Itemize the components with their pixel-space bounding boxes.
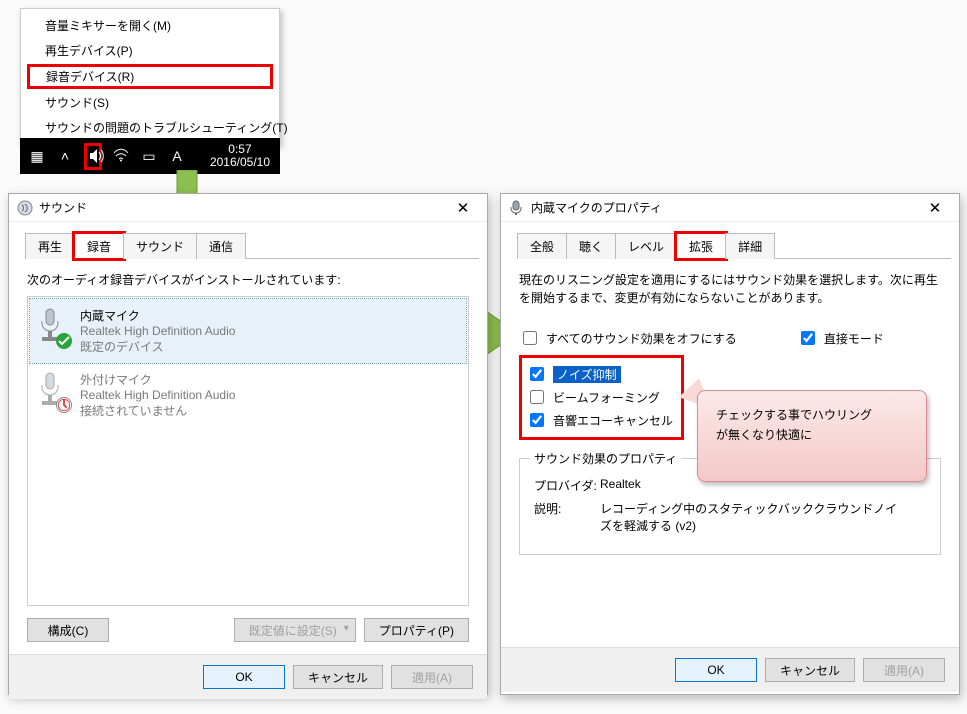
sound-context-menu: 音量ミキサーを開く(M) 再生デバイス(P) 録音デバイス(R) サウンド(S)…	[20, 8, 280, 145]
properties-button[interactable]: プロパティ(P)	[364, 618, 469, 642]
tab-level[interactable]: レベル	[615, 233, 677, 259]
prop-window-title: 内蔵マイクのプロパティ	[531, 199, 919, 216]
effect-properties-legend: サウンド効果のプロパティ	[530, 450, 681, 467]
device-status: 接続されていません	[80, 402, 235, 419]
wifi-tray-icon[interactable]	[112, 148, 130, 165]
device-driver: Realtek High Definition Audio	[80, 388, 235, 402]
mic-icon	[36, 307, 70, 347]
messages-tray-icon[interactable]: ▭	[140, 148, 158, 165]
tab-playback[interactable]: 再生	[25, 233, 75, 259]
set-default-button[interactable]: 既定値に設定(S)	[234, 618, 356, 642]
device-list-instruction: 次のオーディオ録音デバイスがインストールされています:	[27, 271, 469, 288]
ok-button[interactable]: OK	[203, 665, 285, 689]
disable-all-effects-input[interactable]	[523, 331, 537, 345]
taskbar: ▦ ˄ ▭ A 0:57 2016/05/10	[20, 138, 280, 174]
callout-line1: チェックする事でハウリング	[716, 405, 908, 425]
taskbar-up-icon[interactable]: ˄	[56, 148, 74, 164]
sound-tabs: 再生 録音 サウンド 通信	[25, 232, 479, 259]
effect-noise-suppression[interactable]: ノイズ抑制	[526, 364, 673, 384]
ime-a-icon[interactable]: A	[168, 148, 186, 164]
effect-echo-cancel-label: 音響エコーキャンセル	[553, 412, 673, 429]
ctx-item-sounds[interactable]: サウンド(S)	[21, 90, 279, 115]
provider-value: Realtek	[600, 477, 641, 494]
prop-tabs: 全般 聴く レベル 拡張 詳細	[517, 232, 951, 259]
cancel-button[interactable]: キャンセル	[293, 665, 383, 689]
tab-recording[interactable]: 録音	[74, 233, 124, 259]
sound-window-icon	[17, 200, 33, 216]
sound-window: サウンド ✕ 再生 録音 サウンド 通信 次のオーディオ録音デバイスがインストー…	[8, 193, 488, 695]
configure-button[interactable]: 構成(C)	[27, 618, 109, 642]
device-name: 外付けマイク	[80, 371, 235, 388]
device-status: 既定のデバイス	[80, 338, 235, 355]
tab-communications[interactable]: 通信	[196, 233, 246, 259]
status-error-icon	[56, 397, 72, 413]
ctx-item-troubleshoot[interactable]: サウンドの問題のトラブルシューティング(T)	[21, 115, 279, 140]
ctx-item-mixer[interactable]: 音量ミキサーを開く(M)	[21, 13, 279, 38]
effect-beamforming[interactable]: ビームフォーミング	[526, 387, 673, 407]
taskbar-clock[interactable]: 0:57 2016/05/10	[210, 143, 280, 169]
disable-all-effects-checkbox[interactable]: すべてのサウンド効果をオフにする	[519, 328, 737, 348]
prop-titlebar[interactable]: 内蔵マイクのプロパティ ✕	[501, 194, 959, 222]
sound-window-footer: OK キャンセル 適用(A)	[9, 654, 487, 699]
clock-date: 2016/05/10	[210, 156, 270, 169]
tab-sounds[interactable]: サウンド	[123, 233, 197, 259]
tab-enhancements[interactable]: 拡張	[676, 233, 726, 259]
callout-line2: が無くなり快適に	[716, 425, 908, 445]
effect-echo-cancel[interactable]: 音響エコーキャンセル	[526, 410, 673, 430]
mic-icon	[36, 371, 70, 411]
sound-titlebar[interactable]: サウンド ✕	[9, 194, 487, 222]
close-button[interactable]: ✕	[447, 199, 479, 217]
mic-window-icon	[509, 200, 525, 216]
enhancements-note: 現在のリスニング設定を適用にするにはサウンド効果を選択します。次に再生を開始する…	[519, 271, 941, 307]
effects-list: ノイズ抑制 ビームフォーミング 音響エコーキャンセル	[519, 355, 684, 440]
tab-advanced[interactable]: 詳細	[725, 233, 775, 259]
ok-button[interactable]: OK	[675, 658, 757, 682]
effect-noise-suppression-label: ノイズ抑制	[553, 366, 621, 383]
taskbar-chart-icon[interactable]: ▦	[28, 148, 46, 165]
prop-window-footer: OK キャンセル 適用(A)	[501, 647, 959, 692]
annotation-callout: チェックする事でハウリング が無くなり快適に	[697, 390, 927, 482]
tab-listen[interactable]: 聴く	[566, 233, 616, 259]
effect-noise-suppression-input[interactable]	[530, 367, 544, 381]
provider-label: プロバイダ:	[534, 477, 600, 494]
ctx-item-playback[interactable]: 再生デバイス(P)	[21, 38, 279, 63]
disable-all-effects-label: すべてのサウンド効果をオフにする	[546, 330, 737, 347]
description-value: レコーディング中のスタティックバッククラウンドノイズを軽減する (v2)	[600, 500, 900, 534]
device-internal-mic[interactable]: 内蔵マイク Realtek High Definition Audio 既定のデ…	[30, 299, 466, 363]
recording-device-list[interactable]: 内蔵マイク Realtek High Definition Audio 既定のデ…	[27, 296, 469, 606]
apply-button[interactable]: 適用(A)	[391, 665, 473, 689]
device-driver: Realtek High Definition Audio	[80, 324, 235, 338]
direct-mode-checkbox[interactable]: 直接モード	[797, 328, 884, 348]
effect-beamforming-label: ビームフォーミング	[553, 389, 660, 406]
device-name: 内蔵マイク	[80, 307, 235, 324]
close-button[interactable]: ✕	[919, 199, 951, 217]
description-label: 説明:	[534, 500, 600, 534]
ctx-item-recording[interactable]: 録音デバイス(R)	[27, 64, 273, 89]
device-external-mic[interactable]: 外付けマイク Realtek High Definition Audio 接続さ…	[30, 363, 466, 427]
effect-echo-cancel-input[interactable]	[530, 413, 544, 427]
tab-general[interactable]: 全般	[517, 233, 567, 259]
cancel-button[interactable]: キャンセル	[765, 658, 855, 682]
speaker-tray-icon[interactable]	[84, 143, 102, 170]
effect-beamforming-input[interactable]	[530, 390, 544, 404]
direct-mode-input[interactable]	[801, 331, 815, 345]
sound-window-title: サウンド	[39, 199, 447, 216]
apply-button[interactable]: 適用(A)	[863, 658, 945, 682]
status-ok-icon	[56, 333, 72, 349]
direct-mode-label: 直接モード	[824, 330, 884, 347]
